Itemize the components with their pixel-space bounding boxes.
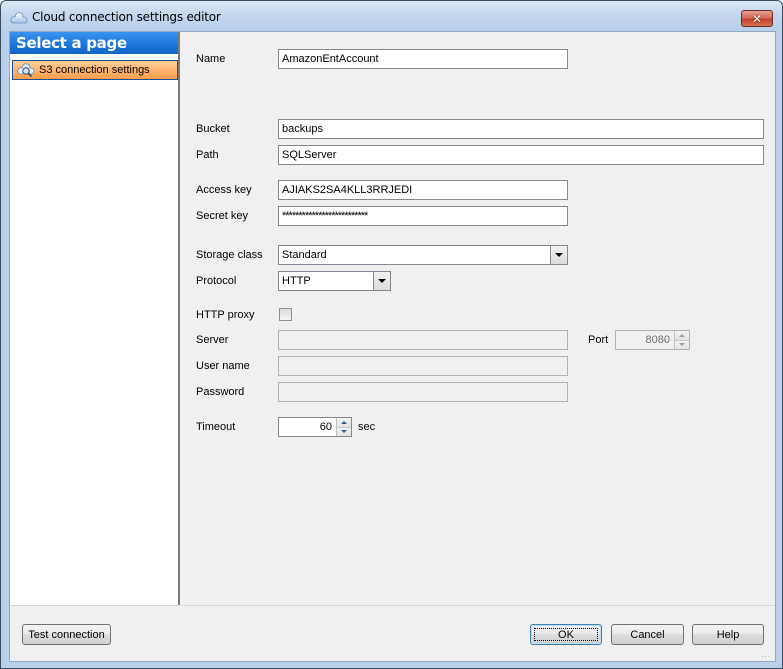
sidebar-item-s3-connection-settings[interactable]: S3 connection settings (12, 60, 178, 80)
sidebar-header: Select a page (10, 32, 178, 54)
timeout-input[interactable]: 60 (278, 417, 352, 437)
spin-down-icon[interactable] (675, 340, 689, 349)
user-name-label: User name (196, 360, 250, 372)
timeout-unit: sec (358, 421, 376, 433)
cancel-button[interactable]: Cancel (611, 624, 684, 645)
server-input[interactable] (278, 330, 568, 350)
timeout-label: Timeout (196, 421, 236, 433)
page-selector: Select a page S3 connection settings (10, 32, 180, 605)
port-input[interactable]: 8080 (615, 330, 690, 350)
path-input[interactable]: SQLServer (278, 145, 764, 165)
bucket-label: Bucket (196, 123, 230, 135)
port-spinner[interactable] (674, 331, 689, 349)
secret-key-label: Secret key (196, 210, 248, 222)
timeout-spinner[interactable] (336, 418, 351, 436)
spin-down-icon[interactable] (337, 427, 351, 436)
http-proxy-checkbox[interactable] (279, 308, 292, 321)
storage-class-select[interactable]: Standard (278, 245, 568, 265)
http-proxy-label: HTTP proxy (196, 309, 255, 321)
s3-settings-panel: Name AmazonEntAccount Bucket backups Pat… (182, 32, 775, 605)
protocol-label: Protocol (196, 275, 237, 287)
storage-class-value: Standard (282, 249, 327, 261)
protocol-select[interactable]: HTTP (278, 271, 391, 291)
chevron-down-icon[interactable] (373, 272, 390, 290)
protocol-value: HTTP (282, 275, 311, 287)
window-title: Cloud connection settings editor (32, 10, 221, 24)
access-key-label: Access key (196, 184, 252, 196)
user-name-input[interactable] (278, 356, 568, 376)
resize-grip[interactable]: ... (761, 650, 771, 659)
server-label: Server (196, 334, 229, 346)
cloud-search-icon (17, 63, 35, 78)
path-label: Path (196, 149, 219, 161)
spin-up-icon[interactable] (675, 331, 689, 341)
storage-class-label: Storage class (196, 249, 263, 261)
dialog-client-area: Select a page S3 connection settings Nam… (9, 31, 776, 662)
secret-key-input[interactable]: ************************** (278, 206, 568, 226)
access-key-input[interactable]: AJIAKS2SA4KLL3RRJEDI (278, 180, 568, 200)
cloud-icon (10, 12, 28, 24)
password-input[interactable] (278, 382, 568, 402)
port-label: Port (588, 334, 609, 346)
password-label: Password (196, 386, 245, 398)
help-button[interactable]: Help (692, 624, 764, 645)
port-value: 8080 (645, 334, 670, 346)
close-icon: ✕ (751, 11, 763, 26)
bucket-input[interactable]: backups (278, 119, 764, 139)
close-button[interactable]: ✕ (741, 10, 773, 27)
timeout-value: 60 (319, 421, 332, 433)
focus-rectangle (534, 628, 598, 641)
ok-button[interactable]: OK (530, 624, 602, 645)
chevron-down-icon[interactable] (550, 246, 567, 264)
name-label: Name (196, 53, 226, 65)
name-input[interactable]: AmazonEntAccount (278, 49, 568, 69)
dialog-footer: Test connection OK Cancel Help ... (10, 605, 775, 661)
title-bar[interactable]: Cloud connection settings editor ✕ (1, 1, 782, 31)
test-connection-button[interactable]: Test connection (22, 624, 111, 645)
spin-up-icon[interactable] (337, 418, 351, 428)
dialog-window: Cloud connection settings editor ✕ Selec… (0, 0, 783, 669)
sidebar-item-label: S3 connection settings (39, 64, 150, 76)
